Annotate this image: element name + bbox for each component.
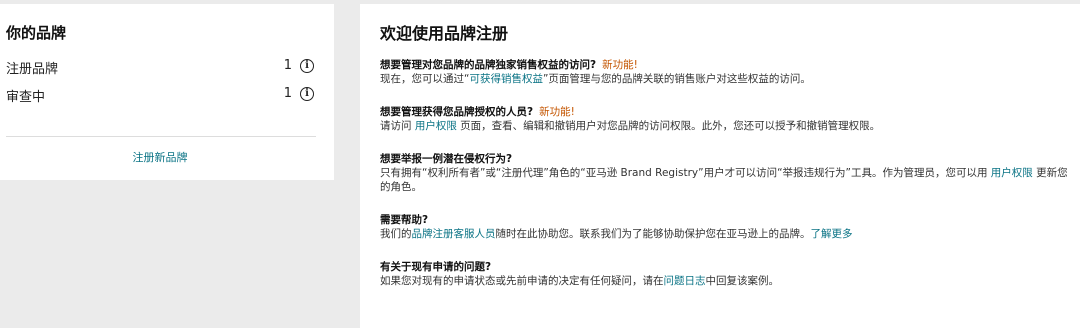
body-text: 如果您对现有的申请状态或先前申请的决定有任何疑问，请在: [380, 275, 664, 287]
info-icon[interactable]: i: [300, 87, 314, 101]
in-review-count: 1: [283, 86, 292, 101]
user-permissions-link[interactable]: 用户权限: [415, 120, 457, 132]
section-question: 想要管理对您品牌的品牌独家销售权益的访问?: [380, 59, 597, 71]
section-question: 需要帮助?: [380, 214, 429, 226]
new-feature-badge: 新功能!: [539, 106, 575, 118]
section-question: 想要举报一例潜在侵权行为?: [380, 153, 513, 165]
body-text: 请访问: [380, 120, 415, 132]
section-authorized-users: 想要管理获得您品牌授权的人员? 新功能! 请访问 用户权限 页面，查看、编辑和撤销…: [380, 105, 1070, 133]
user-permissions-link[interactable]: 用户权限: [991, 167, 1033, 179]
welcome-card: 欢迎使用品牌注册 想要管理对您品牌的品牌独家销售权益的访问? 新功能! 现在，您可…: [360, 4, 1080, 328]
in-review-row: 审查中 1 i: [6, 86, 316, 106]
register-new-brand-link[interactable]: 注册新品牌: [0, 149, 320, 165]
section-sales-rights: 想要管理对您品牌的品牌独家销售权益的访问? 新功能! 现在，您可以通过“可获得销售…: [380, 58, 1070, 86]
divider: [6, 136, 316, 137]
info-icon[interactable]: i: [300, 59, 314, 73]
in-review-label: 审查中: [6, 90, 46, 105]
section-question: 想要管理获得您品牌授权的人员?: [380, 106, 534, 118]
section-existing-application: 有关于现有申请的问题? 如果您对现有的申请状态或先前申请的决定有任何疑问，请在问…: [380, 260, 1070, 288]
learn-more-link[interactable]: 了解更多: [811, 228, 853, 240]
body-text: 随时在此协助您。联系我们为了能够协助保护您在亚马逊上的品牌。: [495, 228, 811, 240]
welcome-title: 欢迎使用品牌注册: [380, 24, 509, 43]
section-report-violation: 想要举报一例潜在侵权行为? 只有拥有“权利所有者”或“注册代理”角色的“亚马逊 …: [380, 152, 1070, 194]
body-text: 中回复该案例。: [705, 275, 780, 287]
body-text: 只有拥有“权利所有者”或“注册代理”角色的“亚马逊 Brand Registry…: [380, 167, 991, 179]
body-text: 现在，您可以通过“: [380, 73, 470, 85]
section-help: 需要帮助? 我们的品牌注册客服人员随时在此协助您。联系我们为了能够协助保护您在亚…: [380, 213, 1070, 241]
sales-rights-link[interactable]: 可获得销售权益: [469, 73, 543, 85]
body-text: 页面，查看、编辑和撤销用户对您品牌的访问权限。此外，您还可以授予和撤销管理权限。: [456, 120, 881, 132]
section-question: 有关于现有申请的问题?: [380, 261, 492, 273]
body-text: 我们的: [380, 228, 412, 240]
body-text: ”页面管理与您的品牌关联的销售账户对这些权益的访问。: [542, 73, 811, 85]
case-log-link[interactable]: 问题日志: [664, 275, 706, 287]
registered-brands-count: 1: [283, 58, 292, 73]
registered-brands-label: 注册品牌: [6, 62, 59, 77]
brands-card: 你的品牌 注册品牌 1 i 审查中 1 i 注册新品牌: [0, 4, 334, 180]
new-feature-badge: 新功能!: [602, 59, 638, 71]
registered-brands-row: 注册品牌 1 i: [6, 58, 316, 78]
support-staff-link[interactable]: 品牌注册客服人员: [412, 228, 496, 240]
brands-title: 你的品牌: [6, 24, 67, 42]
